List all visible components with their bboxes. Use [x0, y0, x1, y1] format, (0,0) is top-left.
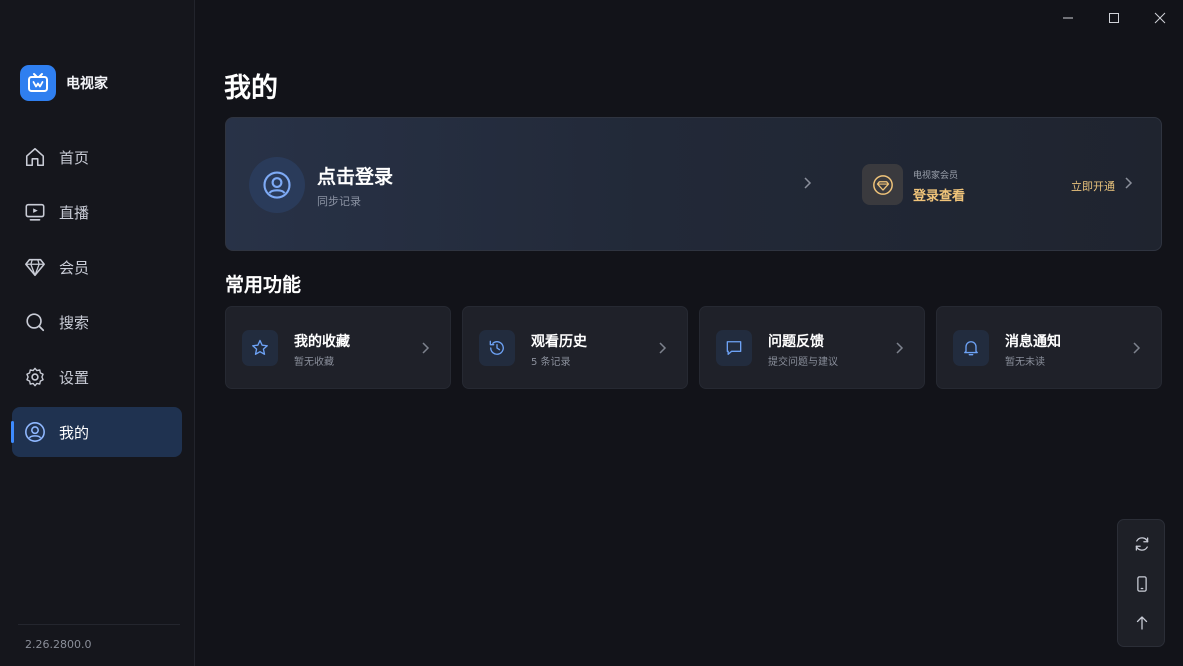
star-icon — [242, 330, 278, 366]
card-subtitle: 暂无收藏 — [294, 357, 334, 368]
sidebar-item-label: 会员 — [59, 258, 90, 277]
vip-label: 电视家会员 — [913, 171, 959, 181]
tv-logo-icon — [20, 65, 56, 101]
chevron-right-icon[interactable] — [802, 175, 814, 194]
vip-diamond-icon — [862, 164, 903, 205]
history-icon — [479, 330, 515, 366]
sidebar-item-mine[interactable]: 我的 — [11, 407, 182, 457]
sidebar: 电视家 首页 直播 会员 搜索 设置 我的 2.26.2800.0 — [0, 0, 195, 666]
sidebar-item-label: 首页 — [59, 148, 90, 167]
tv-play-icon — [23, 200, 47, 224]
maximize-icon[interactable] — [1091, 4, 1137, 32]
card-title: 消息通知 — [1005, 334, 1061, 350]
sidebar-item-label: 搜索 — [59, 313, 90, 332]
diamond-icon — [23, 255, 47, 279]
section-title: 常用功能 — [225, 274, 302, 296]
sidebar-item-label: 设置 — [59, 368, 90, 387]
history-card[interactable]: 观看历史 5 条记录 — [462, 306, 688, 389]
divider — [18, 624, 180, 625]
brand: 电视家 — [20, 65, 108, 101]
app-name: 电视家 — [66, 76, 108, 92]
sidebar-item-settings[interactable]: 设置 — [12, 352, 182, 402]
sidebar-item-home[interactable]: 首页 — [12, 132, 182, 182]
card-subtitle: 提交问题与建议 — [768, 357, 838, 368]
chevron-right-icon[interactable] — [1123, 175, 1135, 194]
sidebar-item-label: 我的 — [59, 423, 90, 442]
gear-icon — [23, 365, 47, 389]
refresh-icon[interactable] — [1130, 532, 1154, 556]
close-icon[interactable] — [1137, 4, 1183, 32]
user-card: 点击登录 同步记录 电视家会员 登录查看 立即开通 — [225, 117, 1162, 251]
login-button[interactable]: 点击登录 — [317, 162, 393, 189]
card-subtitle: 暂无未读 — [1005, 357, 1045, 368]
home-icon — [23, 145, 47, 169]
sidebar-item-label: 直播 — [59, 203, 90, 222]
page-title: 我的 — [224, 73, 278, 104]
minimize-icon[interactable] — [1045, 4, 1091, 32]
sidebar-item-vip[interactable]: 会员 — [12, 242, 182, 292]
favorites-card[interactable]: 我的收藏 暂无收藏 — [225, 306, 451, 389]
app-window: 电视家 首页 直播 会员 搜索 设置 我的 2.26.2800.0 我的 点击登… — [0, 0, 1183, 666]
search-icon — [23, 310, 47, 334]
vip-status: 登录查看 — [913, 189, 966, 204]
chevron-right-icon — [895, 340, 905, 359]
message-icon — [716, 330, 752, 366]
card-title: 我的收藏 — [294, 334, 350, 350]
floating-toolbar — [1117, 519, 1165, 647]
feedback-card[interactable]: 问题反馈 提交问题与建议 — [699, 306, 925, 389]
bell-icon — [953, 330, 989, 366]
chevron-right-icon — [658, 340, 668, 359]
user-icon — [23, 420, 47, 444]
window-controls — [1045, 4, 1183, 32]
arrow-up-icon[interactable] — [1130, 611, 1154, 635]
chevron-right-icon — [1132, 340, 1142, 359]
avatar[interactable] — [249, 157, 305, 213]
card-title: 观看历史 — [531, 334, 587, 350]
notifications-card[interactable]: 消息通知 暂无未读 — [936, 306, 1162, 389]
card-title: 问题反馈 — [768, 334, 824, 350]
sidebar-item-live[interactable]: 直播 — [12, 187, 182, 237]
vip-activate-link[interactable]: 立即开通 — [1071, 178, 1115, 194]
version-text: 2.26.2800.0 — [25, 638, 92, 651]
sidebar-nav: 首页 直播 会员 搜索 设置 我的 — [11, 132, 182, 462]
chevron-right-icon — [421, 340, 431, 359]
login-subtitle: 同步记录 — [317, 195, 361, 208]
sidebar-item-search[interactable]: 搜索 — [12, 297, 182, 347]
phone-icon[interactable] — [1130, 572, 1154, 596]
card-subtitle: 5 条记录 — [531, 357, 571, 368]
